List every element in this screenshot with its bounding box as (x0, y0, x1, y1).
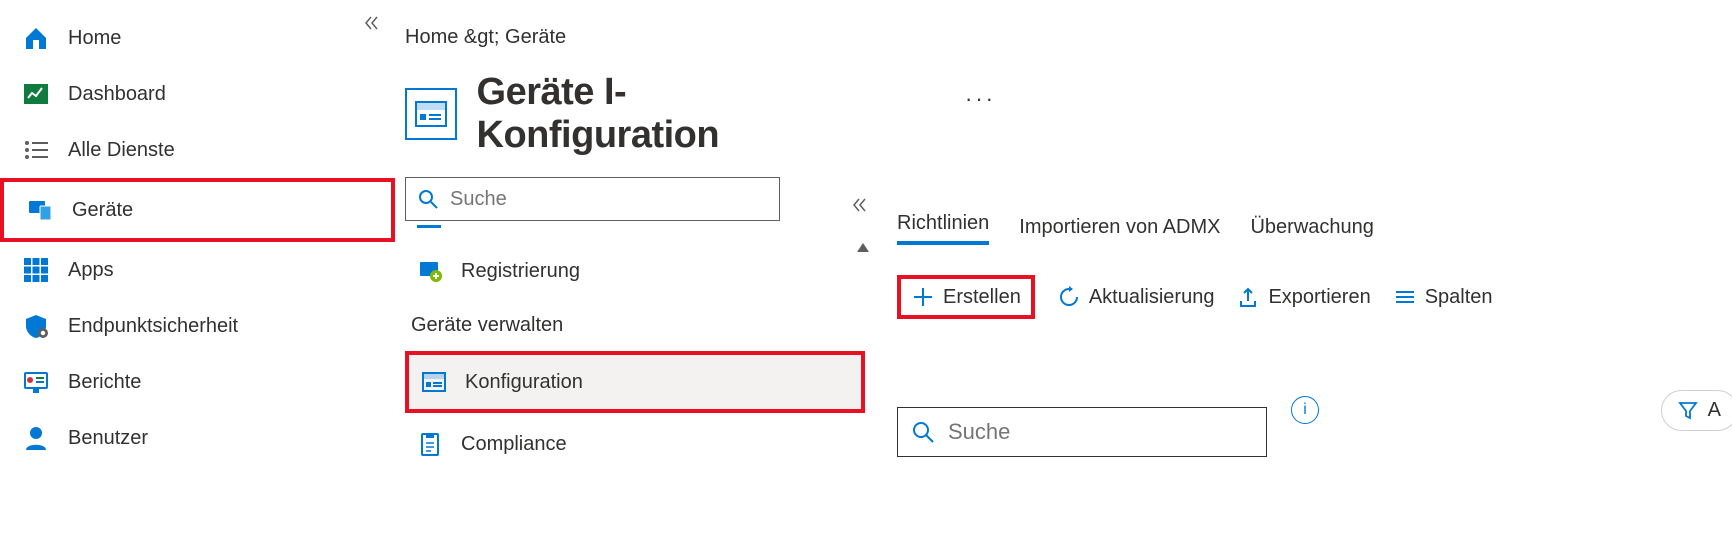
tool-label: Aktualisierung (1089, 286, 1215, 309)
main-pane: ··· Richtlinien Importieren von ADMX Übe… (875, 0, 1732, 560)
sidebar-item-apps[interactable]: Apps (0, 242, 395, 298)
policy-search[interactable] (897, 407, 1267, 457)
secondary-nav: Home &gt; Geräte Geräte I-Konfiguration … (395, 0, 875, 560)
section-label-manage-devices: Geräte verwalten (405, 296, 865, 345)
configuration-icon (421, 369, 447, 395)
tool-label: Erstellen (943, 286, 1021, 309)
tab-import-admx[interactable]: Importieren von ADMX (1019, 216, 1220, 245)
refresh-icon (1057, 285, 1081, 309)
sidebar-item-label: Geräte (72, 199, 133, 222)
home-icon (22, 24, 50, 52)
info-icon[interactable]: i (1291, 396, 1319, 424)
sidebar-item-all-services[interactable]: Alle Dienste (0, 122, 395, 178)
apps-icon (22, 256, 50, 284)
export-button[interactable]: Exportieren (1236, 285, 1370, 309)
scroll-up-icon[interactable] (855, 240, 871, 254)
secondary-search[interactable] (405, 177, 780, 221)
refresh-button[interactable]: Aktualisierung (1057, 285, 1215, 309)
columns-button[interactable]: Spalten (1393, 285, 1493, 309)
nav-item-configuration[interactable]: Konfiguration (405, 351, 865, 413)
search-icon (912, 421, 934, 443)
nav-item-registration[interactable]: Registrierung (405, 246, 865, 296)
search-icon (418, 189, 438, 209)
export-icon (1236, 285, 1260, 309)
create-button[interactable]: Erstellen (897, 275, 1035, 319)
secondary-search-input[interactable] (450, 188, 767, 211)
sidebar-item-users[interactable]: Benutzer (0, 410, 395, 466)
sidebar-item-label: Home (68, 27, 121, 50)
more-actions-icon[interactable]: ··· (965, 86, 996, 112)
sidebar-item-endpoint-security[interactable]: Endpunktsicherheit (0, 298, 395, 354)
sidebar-item-label: Berichte (68, 371, 141, 394)
nav-item-label: Compliance (461, 433, 567, 456)
sidebar-item-label: Apps (68, 259, 114, 282)
filter-label: A (1708, 399, 1721, 422)
sidebar-item-home[interactable]: Home (0, 10, 395, 66)
sidebar: Home Dashboard Alle Dienste Geräte Apps (0, 0, 395, 560)
user-icon (22, 424, 50, 452)
policy-search-input[interactable] (948, 419, 1252, 445)
nav-item-compliance[interactable]: Compliance (405, 419, 865, 469)
filter-button[interactable]: A (1661, 390, 1732, 431)
sidebar-item-label: Dashboard (68, 83, 166, 106)
page-title: Geräte I-Konfiguration (477, 71, 865, 157)
tab-bar: Richtlinien Importieren von ADMX Überwac… (897, 212, 1728, 245)
dashboard-icon (22, 80, 50, 108)
sidebar-item-devices[interactable]: Geräte (0, 178, 395, 242)
compliance-icon (417, 431, 443, 457)
sidebar-collapse-icon[interactable] (363, 14, 381, 32)
nav-item-label: Konfiguration (465, 371, 583, 394)
columns-icon (1393, 285, 1417, 309)
sidebar-item-label: Endpunktsicherheit (68, 315, 238, 338)
sidebar-item-label: Alle Dienste (68, 139, 175, 162)
secondary-collapse-icon[interactable] (851, 196, 869, 214)
tab-policies[interactable]: Richtlinien (897, 212, 989, 245)
list-icon (22, 136, 50, 164)
nav-item-label: Registrierung (461, 260, 580, 283)
tool-label: Spalten (1425, 286, 1493, 309)
sidebar-item-reports[interactable]: Berichte (0, 354, 395, 410)
sidebar-item-label: Benutzer (68, 427, 148, 450)
breadcrumb[interactable]: Home &gt; Geräte (405, 20, 865, 59)
tab-monitor[interactable]: Überwachung (1250, 216, 1373, 245)
tool-label: Exportieren (1268, 286, 1370, 309)
enrollment-icon (417, 258, 443, 284)
plus-icon (911, 285, 935, 309)
filter-icon (1678, 400, 1698, 420)
devices-icon (26, 196, 54, 224)
sidebar-item-dashboard[interactable]: Dashboard (0, 66, 395, 122)
shield-icon (22, 312, 50, 340)
reports-icon (22, 368, 50, 396)
toolbar: Erstellen Aktualisierung Exportieren Spa… (897, 275, 1728, 319)
page-title-icon (405, 88, 457, 140)
